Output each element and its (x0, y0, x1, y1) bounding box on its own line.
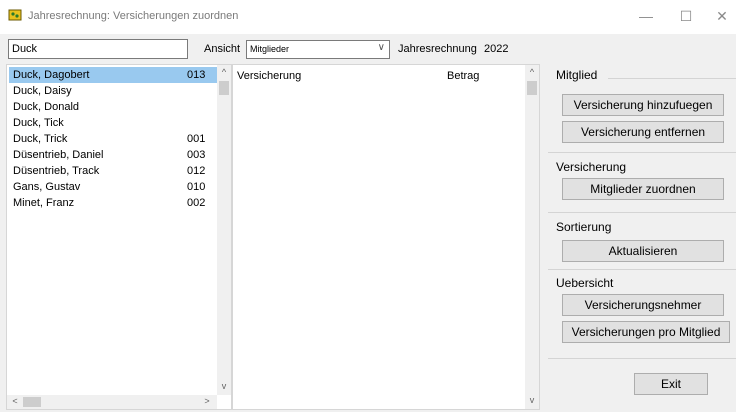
chevron-down-icon: ∨ (377, 42, 385, 53)
command-panel: Mitglied Versicherung hinzufuegen Versic… (548, 64, 736, 412)
refresh-button[interactable]: Aktualisieren (562, 240, 724, 262)
window-title: Jahresrechnung: Versicherungen zuordnen (28, 10, 239, 22)
member-name: Düsentrieb, Track (13, 165, 100, 177)
policyholders-button[interactable]: Versicherungsnehmer (562, 294, 724, 316)
member-name: Minet, Franz (13, 197, 75, 209)
member-row[interactable]: Duck, Daisy (9, 83, 217, 99)
member-name: Gans, Gustav (13, 181, 81, 193)
member-number: 010 (187, 181, 206, 193)
divider (548, 212, 736, 213)
scroll-thumb[interactable] (219, 81, 229, 95)
scroll-left-icon[interactable]: < (9, 396, 21, 406)
member-number: 002 (187, 197, 206, 209)
add-insurance-button[interactable]: Versicherung hinzufuegen (562, 94, 724, 116)
scroll-right-icon[interactable]: > (201, 396, 213, 406)
title-bar: Jahresrechnung: Versicherungen zuordnen … (0, 0, 736, 34)
scroll-down-icon[interactable]: v (526, 395, 538, 405)
member-row[interactable]: Duck, Donald (9, 99, 217, 115)
scroll-down-icon[interactable]: v (218, 381, 230, 391)
search-input[interactable] (8, 39, 188, 59)
member-row[interactable]: Duck, Trick 001 (9, 131, 217, 147)
divider (608, 78, 736, 79)
member-name: Duck, Trick (13, 133, 68, 145)
member-name: Duck, Dagobert (13, 69, 90, 81)
divider (548, 152, 736, 153)
column-header-versicherung[interactable]: Versicherung (237, 70, 301, 82)
assign-members-button[interactable]: Mitglieder zuordnen (562, 178, 724, 200)
maximize-button[interactable]: ☐ (672, 5, 700, 27)
member-list[interactable]: Duck, Dagobert 013 Duck, Daisy Duck, Don… (6, 64, 232, 410)
list-vertical-scrollbar[interactable]: ^ v (217, 65, 231, 395)
scroll-up-icon[interactable]: ^ (526, 67, 538, 77)
scroll-thumb[interactable] (527, 81, 537, 95)
ansicht-select[interactable]: Mitglieder ∨ (246, 40, 390, 59)
member-name: Düsentrieb, Daniel (13, 149, 104, 161)
minimize-button[interactable]: — (632, 5, 660, 27)
insurance-list[interactable]: Versicherung Betrag ^ v (232, 64, 540, 410)
ansicht-selected-value: Mitglieder (250, 44, 290, 54)
close-button[interactable]: ✕ (708, 5, 736, 27)
ansicht-label: Ansicht (204, 43, 241, 55)
remove-insurance-button[interactable]: Versicherung entfernen (562, 121, 724, 143)
divider (548, 269, 736, 270)
member-row[interactable]: Duck, Tick (9, 115, 217, 131)
member-row[interactable]: Minet, Franz 002 (9, 195, 217, 211)
divider (548, 358, 736, 359)
member-number: 012 (187, 165, 206, 177)
column-header-betrag[interactable]: Betrag (447, 70, 479, 82)
member-number: 003 (187, 149, 206, 161)
member-row[interactable]: Düsentrieb, Daniel 003 (9, 147, 217, 163)
app-icon (8, 9, 22, 21)
member-number: 001 (187, 133, 206, 145)
section-label-versicherung: Versicherung (556, 160, 627, 174)
detail-vertical-scrollbar[interactable]: ^ v (525, 65, 539, 409)
scroll-up-icon[interactable]: ^ (218, 67, 230, 77)
jahresrechnung-label: Jahresrechnung (398, 43, 477, 55)
member-row[interactable]: Duck, Dagobert 013 (9, 67, 217, 83)
exit-button[interactable]: Exit (634, 373, 708, 395)
section-label-uebersicht: Uebersicht (556, 276, 614, 290)
member-name: Duck, Daisy (13, 85, 72, 97)
list-horizontal-scrollbar[interactable]: < > (7, 395, 217, 409)
section-label-mitglied: Mitglied (556, 68, 598, 82)
member-number: 013 (187, 69, 206, 81)
member-name: Duck, Tick (13, 117, 64, 129)
scroll-thumb[interactable] (23, 397, 41, 407)
jahresrechnung-value: 2022 (484, 43, 509, 55)
section-label-sortierung: Sortierung (556, 220, 612, 234)
insurances-per-member-button[interactable]: Versicherungen pro Mitglied (562, 321, 730, 343)
member-name: Duck, Donald (13, 101, 80, 113)
member-row[interactable]: Düsentrieb, Track 012 (9, 163, 217, 179)
member-row[interactable]: Gans, Gustav 010 (9, 179, 217, 195)
toolbar: Ansicht Mitglieder ∨ Jahresrechnung 2022 (0, 34, 736, 64)
